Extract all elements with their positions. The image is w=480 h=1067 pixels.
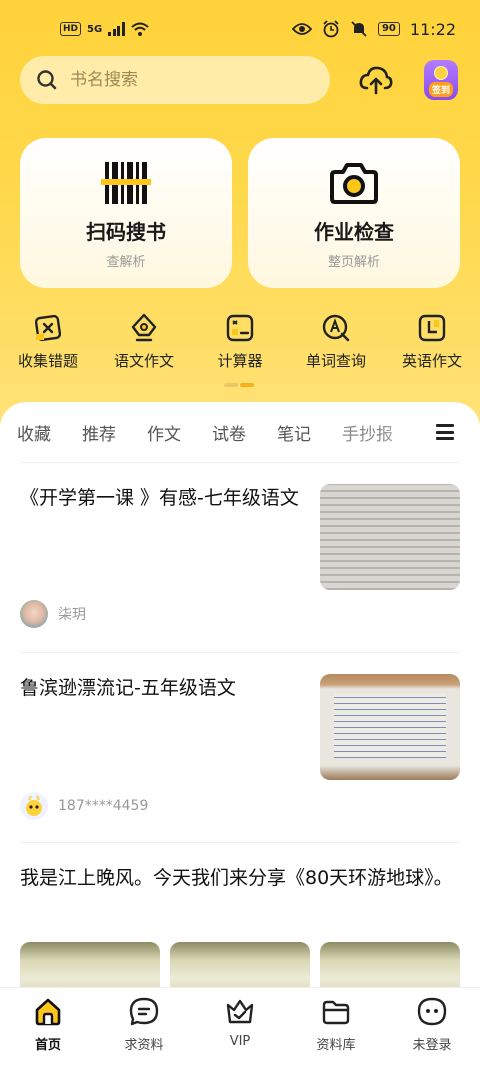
nav-label: 未登录 xyxy=(412,1038,452,1053)
search-icon xyxy=(37,70,57,90)
tabs-divider xyxy=(20,462,460,463)
network-type: 5G xyxy=(87,23,103,35)
search-input[interactable] xyxy=(70,70,300,90)
nav-label: VIP xyxy=(229,1034,251,1049)
article-title: 我是江上晚风。今天我们来分享《80天环游地球》。 xyxy=(20,867,453,889)
nav-profile[interactable]: 未登录 xyxy=(384,988,480,1067)
nav-label: 资料库 xyxy=(316,1038,356,1053)
upload-cloud-icon[interactable] xyxy=(358,62,394,98)
signal-icon xyxy=(108,22,125,36)
signin-label: 签到 xyxy=(428,82,453,97)
tool-calculator[interactable]: 计算器 xyxy=(192,312,288,376)
home-icon xyxy=(35,998,61,1026)
avatar xyxy=(20,600,48,628)
nav-label: 首页 xyxy=(34,1038,61,1053)
feed-panel: 收藏 推荐 作文 试卷 笔记 手抄报 《开学第一课 》有感-七年级语文 柒玥 鲁… xyxy=(0,402,480,987)
article-author: 187****4459 xyxy=(20,792,148,820)
scan-book-title: 扫码搜书 xyxy=(86,220,166,244)
article-card[interactable]: 我是江上晚风。今天我们来分享《80天环游地球》。 xyxy=(20,860,460,896)
tool-label: 收集错题 xyxy=(17,352,78,370)
article-card[interactable]: 鲁滨逊漂流记-五年级语文 187****4459 xyxy=(20,670,460,820)
mute-bell-icon xyxy=(351,21,367,37)
status-left: HD 5G xyxy=(60,22,149,36)
nav-vip[interactable]: VIP xyxy=(192,988,288,1067)
tool-collect-wrong[interactable]: 收集错题 xyxy=(0,312,96,376)
folder-icon xyxy=(322,1000,350,1025)
word-search-icon xyxy=(322,314,350,342)
scan-book-card[interactable]: 扫码搜书 查解析 xyxy=(20,138,232,288)
author-name: 柒玥 xyxy=(58,607,86,623)
eye-icon xyxy=(291,23,312,35)
tool-row: 收集错题 语文作文 计算器 单词查询 英语作文 xyxy=(0,312,480,376)
coin-icon xyxy=(434,66,448,80)
nav-library[interactable]: 资料库 xyxy=(288,988,384,1067)
status-right: 90 11:22 xyxy=(291,19,456,39)
tab-favorites[interactable]: 收藏 xyxy=(17,420,51,445)
homework-check-card[interactable]: 作业检查 整页解析 xyxy=(248,138,460,288)
article-title: 鲁滨逊漂流记-五年级语文 xyxy=(20,677,236,699)
tool-label: 语文作文 xyxy=(113,352,174,370)
article-photo xyxy=(320,942,460,987)
barcode-scan-icon xyxy=(101,162,151,204)
article-author: 柒玥 xyxy=(20,600,86,628)
menu-icon[interactable] xyxy=(436,424,454,440)
message-icon xyxy=(129,997,159,1026)
tab-exam[interactable]: 试卷 xyxy=(212,420,246,445)
search-row: 签到 xyxy=(20,56,460,104)
nav-label: 求资料 xyxy=(124,1038,164,1053)
tab-notes[interactable]: 笔记 xyxy=(277,420,311,445)
article-photo xyxy=(170,942,310,987)
camera-icon xyxy=(330,163,378,204)
scan-book-subtitle: 查解析 xyxy=(106,255,146,270)
article-title: 《开学第一课 》有感-七年级语文 xyxy=(20,487,299,509)
nav-home[interactable]: 首页 xyxy=(0,988,96,1067)
category-tabs: 收藏 推荐 作文 试卷 笔记 手抄报 xyxy=(0,402,480,462)
user-face-icon xyxy=(417,997,447,1026)
page-dot xyxy=(224,383,238,387)
page-dot-active xyxy=(240,383,254,387)
hd-badge: HD xyxy=(60,22,82,36)
tab-essay[interactable]: 作文 xyxy=(147,420,181,445)
alarm-icon xyxy=(323,20,339,38)
clock: 11:22 xyxy=(409,19,456,39)
status-bar: HD 5G 90 11:22 xyxy=(0,0,480,58)
tab-recommend[interactable]: 推荐 xyxy=(82,420,116,445)
divider xyxy=(20,652,460,653)
english-essay-icon xyxy=(418,314,446,342)
article-thumbnail xyxy=(320,484,460,590)
tool-label: 英语作文 xyxy=(401,352,462,370)
tab-fade xyxy=(380,412,430,452)
avatar xyxy=(20,792,48,820)
article-card[interactable]: 《开学第一课 》有感-七年级语文 柒玥 xyxy=(20,480,460,628)
bottom-nav: 首页 求资料 VIP 资料库 未登录 xyxy=(0,987,480,1067)
signin-button[interactable]: 签到 xyxy=(424,60,458,100)
author-name: 187****4459 xyxy=(58,798,149,814)
divider xyxy=(20,842,460,843)
tool-word-lookup[interactable]: 单词查询 xyxy=(288,312,384,376)
tool-label: 计算器 xyxy=(217,352,263,370)
page-indicator xyxy=(224,383,256,388)
article-photo xyxy=(20,942,160,987)
tool-chinese-essay[interactable]: 语文作文 xyxy=(96,312,192,376)
crown-icon xyxy=(226,999,254,1024)
tool-label: 单词查询 xyxy=(305,352,366,370)
wrong-question-icon xyxy=(34,314,62,342)
homework-check-title: 作业检查 xyxy=(314,220,394,244)
search-bar[interactable] xyxy=(20,56,330,104)
homework-check-subtitle: 整页解析 xyxy=(327,255,380,270)
calculator-icon xyxy=(226,314,254,342)
wifi-icon xyxy=(131,22,149,36)
feature-cards: 扫码搜书 查解析 作业检查 整页解析 xyxy=(20,138,460,288)
tool-english-essay[interactable]: 英语作文 xyxy=(384,312,480,376)
nav-request[interactable]: 求资料 xyxy=(96,988,192,1067)
article-thumbnail xyxy=(320,674,460,780)
pen-nib-icon xyxy=(131,313,157,342)
battery-indicator: 90 xyxy=(377,22,400,36)
article-photos xyxy=(20,942,460,987)
